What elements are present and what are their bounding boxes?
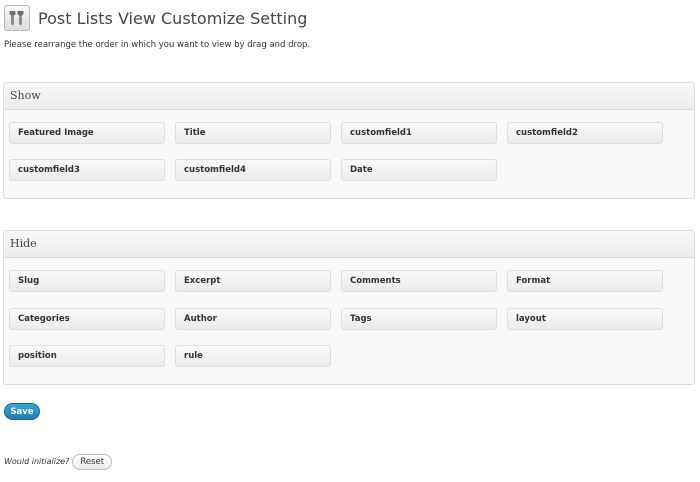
hide-item-excerpt[interactable]: Excerpt <box>175 270 331 292</box>
initialize-label: Would initialize? <box>4 457 70 466</box>
instructions-text: Please rearrange the order in which you … <box>4 40 311 50</box>
show-item-customfield3[interactable]: customfield3 <box>9 159 165 181</box>
show-item-date[interactable]: Date <box>341 159 497 181</box>
hide-panel-title: Hide <box>4 231 694 258</box>
hide-item-layout[interactable]: layout <box>507 308 663 330</box>
show-item-customfield1[interactable]: customfield1 <box>341 122 497 144</box>
reset-button[interactable]: Reset <box>72 453 113 470</box>
hide-item-comments[interactable]: Comments <box>341 270 497 292</box>
show-item-customfield4[interactable]: customfield4 <box>175 159 331 181</box>
tools-icon <box>4 5 30 31</box>
hide-item-rule[interactable]: rule <box>175 345 331 367</box>
show-item-title[interactable]: Title <box>175 122 331 144</box>
hide-item-tags[interactable]: Tags <box>341 308 497 330</box>
hide-item-categories[interactable]: Categories <box>9 308 165 330</box>
hide-item-author[interactable]: Author <box>175 308 331 330</box>
show-item-customfield2[interactable]: customfield2 <box>507 122 663 144</box>
hide-item-slug[interactable]: Slug <box>9 270 165 292</box>
hide-item-position[interactable]: position <box>9 345 165 367</box>
show-panel-title: Show <box>4 83 694 110</box>
page-title: Post Lists View Customize Setting <box>38 8 308 28</box>
show-item-featured-image[interactable]: Featured Image <box>9 122 165 144</box>
show-panel: Show Featured Image Title customfield1 c… <box>3 82 695 199</box>
initialize-row: Would initialize? Reset <box>4 453 113 470</box>
hide-item-format[interactable]: Format <box>507 270 663 292</box>
hide-panel: Hide Slug Excerpt Comments Format Catego… <box>3 230 695 385</box>
save-button[interactable]: Save <box>4 403 40 420</box>
page-header: Post Lists View Customize Setting <box>4 4 307 32</box>
